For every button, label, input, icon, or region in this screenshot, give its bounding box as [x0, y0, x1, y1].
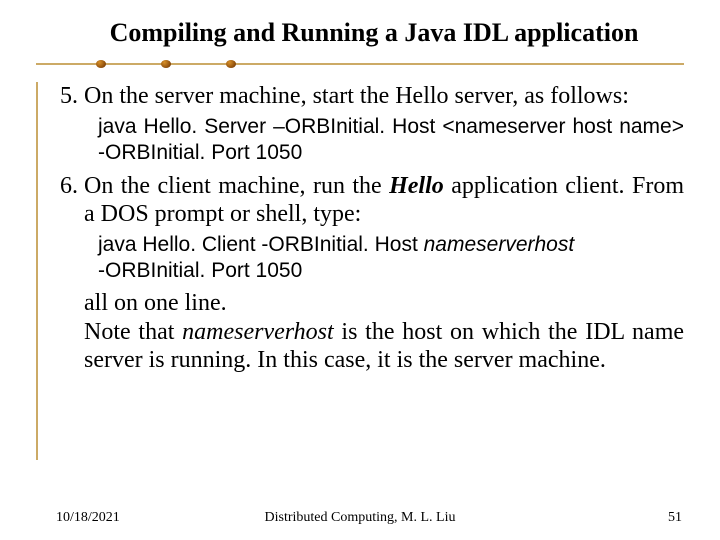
code-text: java Hello. Client -ORBInitial. Host: [98, 233, 424, 256]
left-rule: [36, 82, 38, 460]
bullet-icon: [96, 60, 106, 68]
list-item: On the client machine, run the Hello app…: [84, 172, 684, 375]
note-block: all on one line. Note that nameserverhos…: [84, 289, 684, 374]
note-em: nameserverhost: [182, 319, 334, 345]
bullet-icon: [226, 60, 236, 68]
footer-page: 51: [668, 510, 682, 526]
footer-date: 10/18/2021: [56, 510, 120, 526]
code-block: java Hello. Server –ORBInitial. Host <na…: [98, 114, 684, 165]
note-pre: Note that: [84, 319, 182, 345]
title-underline: [36, 60, 684, 68]
code-block: java Hello. Client -ORBInitial. Host nam…: [98, 232, 684, 283]
code-em: nameserverhost: [424, 233, 575, 256]
list-item: On the server machine, start the Hello s…: [84, 82, 684, 166]
bullet-icon: [161, 60, 171, 68]
note-line: all on one line.: [84, 290, 227, 316]
slide-title: Compiling and Running a Java IDL applica…: [36, 18, 684, 48]
code-text: -ORBInitial. Port 1050: [98, 259, 302, 282]
item-text: On the server machine, start the Hello s…: [84, 83, 629, 109]
footer: 10/18/2021 Distributed Computing, M. L. …: [0, 510, 720, 526]
item-text-em: Hello: [389, 173, 444, 199]
rule-line: [36, 63, 684, 65]
body-list: On the server machine, start the Hello s…: [36, 82, 684, 374]
item-text-pre: On the client machine, run the: [84, 173, 389, 199]
